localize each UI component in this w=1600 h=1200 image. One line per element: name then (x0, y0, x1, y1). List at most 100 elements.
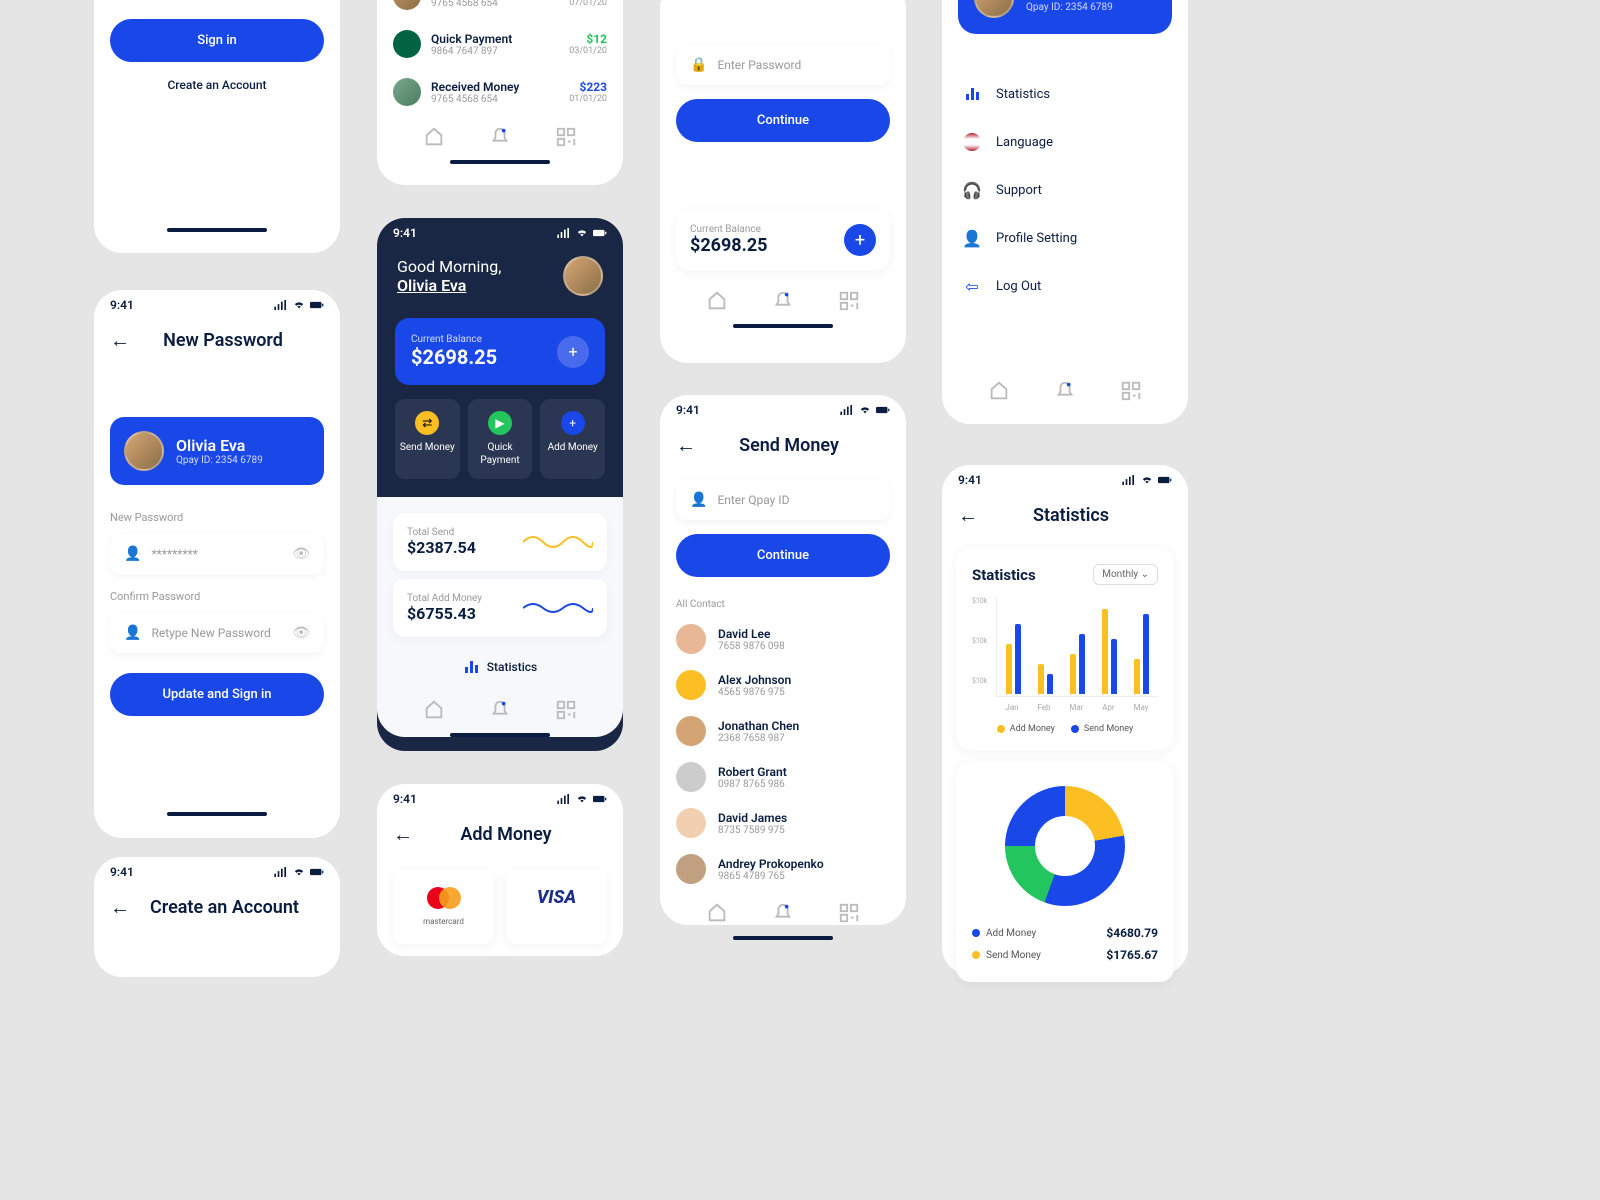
balance-label: Current Balance (690, 224, 768, 235)
new-password-input[interactable]: 👤 ********* 👁 (110, 534, 324, 574)
visa-option[interactable]: VISA (506, 869, 607, 944)
contact-name: Andrey Prokopenko (718, 857, 824, 871)
wifi-icon (1140, 475, 1154, 485)
legend-label: Add Money (986, 928, 1036, 939)
screen-home-dark: 9:41 Good Morning, Olivia Eva Current Ba… (377, 218, 623, 751)
qr-icon[interactable] (1120, 380, 1142, 402)
back-icon[interactable]: ← (110, 328, 130, 353)
plus-icon[interactable]: + (557, 336, 589, 368)
transaction-row[interactable]: Received Money9765 4568 654 $22307/01/20 (377, 0, 623, 20)
add-money-button[interactable]: + Add Money (540, 399, 605, 479)
user-card: Olivia Eva Qpay ID: 2354 6789 (110, 417, 324, 485)
qr-icon[interactable] (838, 290, 860, 312)
contact-avatar (676, 762, 706, 792)
contact-row[interactable]: Alex Johnson4565 9876 975 (660, 662, 906, 708)
action-label: Send Money (399, 441, 456, 454)
qpay-id-input[interactable]: 👤 Enter Qpay ID (676, 480, 890, 520)
home-icon[interactable] (423, 699, 445, 721)
contact-phone: 0987 8765 986 (718, 779, 787, 790)
contact-row[interactable]: David Lee7658 9876 098 (660, 616, 906, 662)
home-icon[interactable] (706, 290, 728, 312)
home-icon[interactable] (423, 126, 445, 148)
menu-label: Language (996, 135, 1053, 150)
add-button[interactable]: + (844, 224, 876, 256)
qr-icon[interactable] (555, 126, 577, 148)
total-send-card[interactable]: Total Send$2387.54 (393, 513, 607, 571)
menu-support[interactable]: 🎧 Support (942, 166, 1188, 214)
bar-chart-card: Statistics Monthly ⌄ $10k $10k $10k JanF… (956, 548, 1174, 750)
home-indicator (450, 733, 550, 737)
menu-statistics[interactable]: Statistics (942, 70, 1188, 118)
bar-chart (996, 597, 1158, 697)
bell-icon[interactable] (489, 699, 511, 721)
y-label: $10k (972, 597, 987, 605)
user-id: Qpay ID: 2354 6789 (176, 455, 263, 466)
qr-icon[interactable] (838, 902, 860, 924)
contact-row[interactable]: Robert Grant0987 8765 986 (660, 754, 906, 800)
password-input[interactable]: 🔒 Enter Password (676, 45, 890, 85)
stat-label: Total Send (407, 527, 476, 538)
total-add-card[interactable]: Total Add Money$6755.43 (393, 579, 607, 637)
stat-label: Total Add Money (407, 593, 482, 604)
qr-icon[interactable] (555, 699, 577, 721)
status-bar: 9:41 (377, 784, 623, 814)
legend-label: Add Money (1010, 724, 1055, 734)
battery-icon (876, 405, 890, 415)
update-button[interactable]: Update and Sign in (110, 673, 324, 716)
bottom-nav (377, 689, 623, 725)
eye-icon[interactable]: 👁 (292, 625, 310, 641)
contact-phone: 2368 7658 987 (718, 733, 799, 744)
contact-row[interactable]: Jonathan Chen2368 7658 987 (660, 708, 906, 754)
bell-icon[interactable] (489, 126, 511, 148)
filter-dropdown[interactable]: Monthly ⌄ (1093, 564, 1158, 585)
bell-icon[interactable] (1054, 380, 1076, 402)
balance-amount: $2698.25 (411, 345, 497, 369)
placeholder: Enter Password (717, 58, 876, 72)
bell-icon[interactable] (772, 902, 794, 924)
back-icon[interactable]: ← (676, 433, 696, 458)
menu-logout[interactable]: ⇦ Log Out (942, 262, 1188, 310)
mastercard-option[interactable]: mastercard (393, 869, 494, 944)
menu-language[interactable]: Language (942, 118, 1188, 166)
contact-row[interactable]: David James8735 7589 975 (660, 800, 906, 846)
transaction-row[interactable]: Received Money9765 4568 654 $22301/01/20 (377, 68, 623, 116)
avatar[interactable] (563, 256, 603, 296)
home-indicator (450, 160, 550, 164)
home-icon[interactable] (988, 380, 1010, 402)
legend-dot (1071, 725, 1079, 733)
send-money-button[interactable]: ⇄ Send Money (395, 399, 460, 479)
home-indicator (167, 228, 267, 232)
contact-row[interactable]: Andrey Prokopenko9865 4789 765 (660, 846, 906, 892)
quick-payment-button[interactable]: ▶ Quick Payment (468, 399, 533, 479)
stat-value: $6755.43 (407, 604, 482, 623)
continue-button[interactable]: Continue (676, 99, 890, 142)
home-icon[interactable] (706, 902, 728, 924)
donut-card: Add Money $4680.79 Send Money $1765.67 (956, 762, 1174, 982)
user-id: Qpay ID: 2354 6789 (1026, 2, 1113, 13)
statistics-link[interactable]: Statistics (377, 645, 623, 689)
back-icon[interactable]: ← (110, 895, 130, 920)
confirm-password-input[interactable]: 👤 Retype New Password 👁 (110, 613, 324, 653)
back-icon[interactable]: ← (958, 503, 978, 528)
contact-avatar (676, 716, 706, 746)
eye-icon[interactable]: 👁 (292, 546, 310, 562)
signal-icon (1122, 475, 1136, 485)
action-label: Add Money (544, 441, 601, 454)
menu-profile-setting[interactable]: 👤 Profile Setting (942, 214, 1188, 262)
bell-icon[interactable] (772, 290, 794, 312)
transaction-row[interactable]: Quick Payment9864 7647 897 $1203/01/20 (377, 20, 623, 68)
action-label: Quick Payment (472, 441, 529, 467)
menu-label: Profile Setting (996, 231, 1077, 246)
placeholder: Retype New Password (151, 626, 282, 640)
contact-avatar (676, 808, 706, 838)
balance-card: Current Balance $2698.25 + (395, 318, 605, 385)
signin-button[interactable]: Sign in (110, 19, 324, 62)
continue-button[interactable]: Continue (676, 534, 890, 577)
person-icon: 👤 (124, 625, 141, 641)
create-account-link[interactable]: Create an Account (94, 70, 340, 100)
time-label: 9:41 (110, 298, 134, 312)
legend-dot (997, 725, 1005, 733)
back-icon[interactable]: ← (393, 822, 413, 847)
person-icon: 👤 (124, 546, 141, 562)
screen-new-password: 9:41 ← New Password Olivia Eva Qpay ID: … (94, 290, 340, 838)
